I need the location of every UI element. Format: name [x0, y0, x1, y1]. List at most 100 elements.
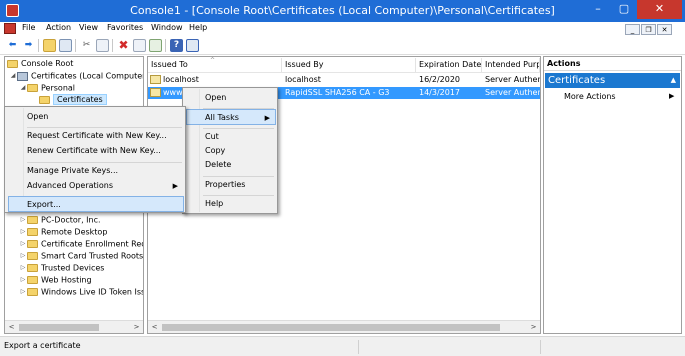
tree-item-label: Smart Card Trusted Roots	[41, 251, 144, 261]
mdi-minimize-button[interactable]: _	[625, 24, 640, 35]
title-bar[interactable]: Console1 - [Console Root\Certificates (L…	[0, 0, 685, 22]
submenu-arrow-icon: ▶	[172, 182, 178, 190]
folder-icon	[39, 95, 50, 104]
menu-file[interactable]: File	[22, 23, 35, 32]
minimize-button[interactable]: –	[585, 0, 611, 19]
action-pane-icon[interactable]	[186, 39, 199, 52]
tree-item-label: Certificate Enrollment Requ	[41, 239, 144, 249]
list-horizontal-scrollbar[interactable]: < >	[148, 320, 540, 333]
back-icon[interactable]: ⬅	[6, 39, 19, 52]
submenu-arrow-icon[interactable]: ▶	[669, 92, 674, 100]
collapse-up-icon[interactable]: ▲	[671, 73, 676, 88]
expand-arrow-icon[interactable]: ▷	[19, 214, 27, 226]
submenu-arrow-icon: ▶	[264, 114, 270, 122]
tree-item-label: Windows Live ID Token Iss	[41, 287, 144, 297]
tree-item-personal[interactable]: ◢ Personal	[19, 82, 75, 94]
actions-section-label: Certificates	[548, 75, 606, 86]
menu-item-open[interactable]: Open	[27, 109, 183, 125]
scrollbar-thumb[interactable]	[19, 324, 99, 331]
menu-item-open[interactable]: Open	[205, 90, 275, 106]
expand-arrow-icon[interactable]: ▷	[19, 226, 27, 238]
expand-arrow-icon[interactable]: ▷	[19, 238, 27, 250]
tree-horizontal-scrollbar[interactable]: < >	[5, 320, 143, 333]
menu-window[interactable]: Window	[151, 23, 183, 32]
collapse-arrow-icon[interactable]: ◢	[19, 82, 27, 94]
list-header: ^ Issued To Issued By Expiration Date In…	[148, 57, 540, 73]
menu-view[interactable]: View	[79, 23, 98, 32]
menu-action[interactable]: Action	[46, 23, 71, 32]
expand-arrow-icon[interactable]: ▷	[19, 262, 27, 274]
column-expiration-date[interactable]: Expiration Date	[416, 58, 482, 72]
cell-expiration: 14/3/2017	[419, 88, 461, 97]
close-button[interactable]: ✕	[637, 0, 682, 19]
menu-item-help[interactable]: Help	[205, 196, 275, 212]
expand-arrow-icon[interactable]: ▷	[19, 274, 27, 286]
cell-issued-by: localhost	[285, 75, 321, 84]
cell-text: localhost	[163, 75, 199, 84]
tree-item-web-hosting[interactable]: ▷ Web Hosting	[19, 274, 92, 286]
menu-item-properties[interactable]: Properties	[205, 177, 275, 193]
more-actions-link[interactable]: More Actions	[564, 92, 616, 101]
scroll-left-arrow-icon[interactable]: <	[148, 321, 161, 333]
forward-icon[interactable]: ➡	[22, 39, 35, 52]
mdi-restore-button[interactable]: ❐	[641, 24, 656, 35]
tree-item-windows-live-id-token-issuer[interactable]: ▷ Windows Live ID Token Iss	[19, 286, 144, 298]
menu-item-manage-private-keys[interactable]: Manage Private Keys...	[27, 163, 183, 179]
folder-icon	[27, 288, 38, 296]
collapse-arrow-icon[interactable]: ◢	[9, 70, 17, 82]
tree-item-certificates-local-computer[interactable]: ◢ Certificates (Local Computer)	[9, 70, 143, 82]
cut-icon[interactable]: ✂	[80, 39, 93, 52]
column-issued-by[interactable]: Issued By	[282, 58, 416, 72]
scroll-left-arrow-icon[interactable]: <	[5, 321, 18, 333]
menu-item-delete[interactable]: Delete	[205, 157, 275, 173]
tree-item-smart-card-trusted-roots[interactable]: ▷ Smart Card Trusted Roots	[19, 250, 143, 262]
copy-icon[interactable]	[96, 39, 109, 52]
menu-help[interactable]: Help	[189, 23, 207, 32]
show-hide-tree-icon[interactable]	[59, 39, 72, 52]
menu-item-renew-certificate-new-key[interactable]: Renew Certificate with New Key...	[27, 143, 183, 159]
scroll-right-arrow-icon[interactable]: >	[130, 321, 143, 333]
help-icon[interactable]: ?	[170, 39, 183, 52]
tree-item-console-root[interactable]: Console Root	[7, 58, 73, 70]
actions-title: Actions	[544, 57, 681, 71]
toolbar-separator	[112, 39, 113, 52]
computer-icon	[17, 71, 28, 81]
expand-arrow-icon[interactable]: ▷	[19, 286, 27, 298]
properties-icon[interactable]	[133, 39, 146, 52]
expand-arrow-icon[interactable]: ▷	[19, 250, 27, 262]
delete-icon[interactable]: ✖	[117, 39, 130, 52]
up-folder-icon[interactable]	[43, 39, 56, 52]
system-menu-icon[interactable]	[4, 23, 16, 34]
menu-item-export[interactable]: Export...	[8, 196, 184, 212]
export-list-icon[interactable]	[149, 39, 162, 52]
menu-icon-gutter	[199, 89, 200, 212]
tree-item-label: Web Hosting	[41, 275, 92, 285]
tree-item-label: Remote Desktop	[41, 227, 108, 237]
certificate-icon	[150, 88, 161, 97]
tree-item-pc-doctor[interactable]: ▷ PC-Doctor, Inc.	[19, 214, 101, 226]
tree-item-certificate-enrollment-requests[interactable]: ▷ Certificate Enrollment Requ	[19, 238, 144, 250]
menu-bar: File Action View Favorites Window Help	[0, 22, 685, 35]
mdi-close-button[interactable]: ✕	[657, 24, 672, 35]
actions-pane: Actions Certificates ▲ More Actions ▶	[543, 56, 682, 334]
mdi-window-controls: _ ❐ ✕	[624, 24, 672, 35]
column-intended-purposes[interactable]: Intended Purpo	[482, 58, 540, 72]
folder-icon	[27, 240, 38, 248]
folder-icon	[27, 84, 38, 92]
cell-expiration: 16/2/2020	[419, 75, 461, 84]
tree-item-certificates[interactable]: Certificates	[39, 94, 107, 106]
status-text: Export a certificate	[4, 341, 81, 350]
menu-item-request-certificate-new-key[interactable]: Request Certificate with New Key...	[27, 128, 183, 144]
cell-purpose: Server Authenti	[485, 75, 540, 84]
scroll-right-arrow-icon[interactable]: >	[527, 321, 540, 333]
table-row[interactable]: localhost localhost 16/2/2020 Server Aut…	[148, 74, 540, 86]
tree-item-trusted-devices[interactable]: ▷ Trusted Devices	[19, 262, 105, 274]
tree-item-remote-desktop[interactable]: ▷ Remote Desktop	[19, 226, 108, 238]
menu-item-all-tasks[interactable]: All Tasks ▶	[186, 109, 276, 125]
menu-favorites[interactable]: Favorites	[107, 23, 143, 32]
scrollbar-thumb[interactable]	[162, 324, 500, 331]
menu-item-advanced-operations[interactable]: Advanced Operations ▶	[27, 178, 183, 194]
actions-section-certificates[interactable]: Certificates ▲	[545, 73, 680, 88]
maximize-button[interactable]: ▢	[611, 0, 637, 19]
column-issued-to[interactable]: Issued To	[148, 58, 282, 72]
